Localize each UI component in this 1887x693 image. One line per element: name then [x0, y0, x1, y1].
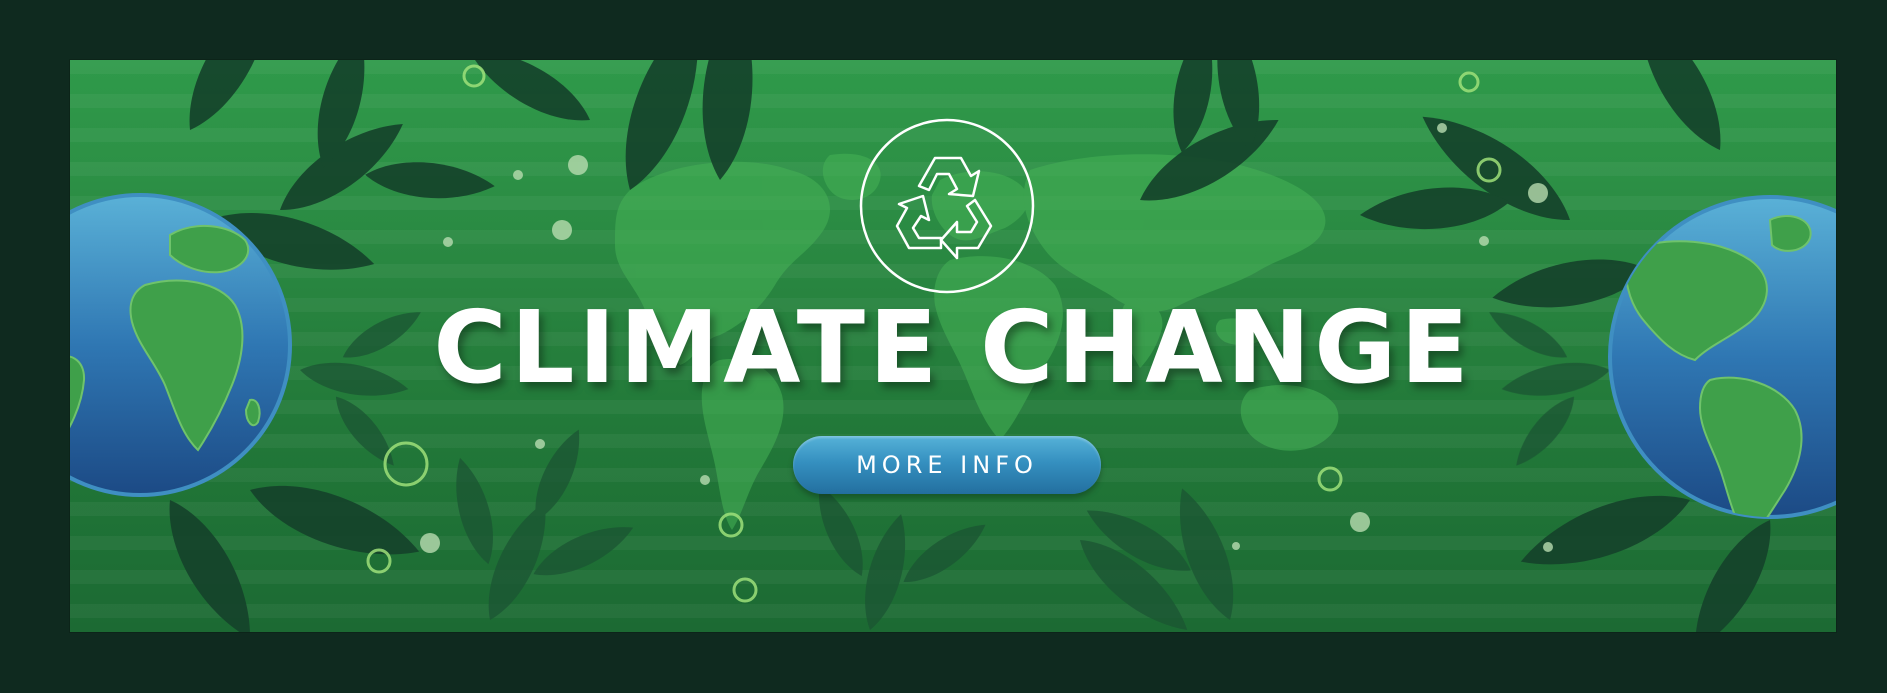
recycle-icon: [859, 118, 1035, 294]
more-info-button[interactable]: MORE INFO: [793, 436, 1101, 494]
climate-change-banner: CLIMATE CHANGE MORE INFO: [70, 60, 1836, 632]
page-frame: CLIMATE CHANGE MORE INFO: [0, 0, 1887, 693]
banner-title: CLIMATE CHANGE: [433, 289, 1473, 406]
